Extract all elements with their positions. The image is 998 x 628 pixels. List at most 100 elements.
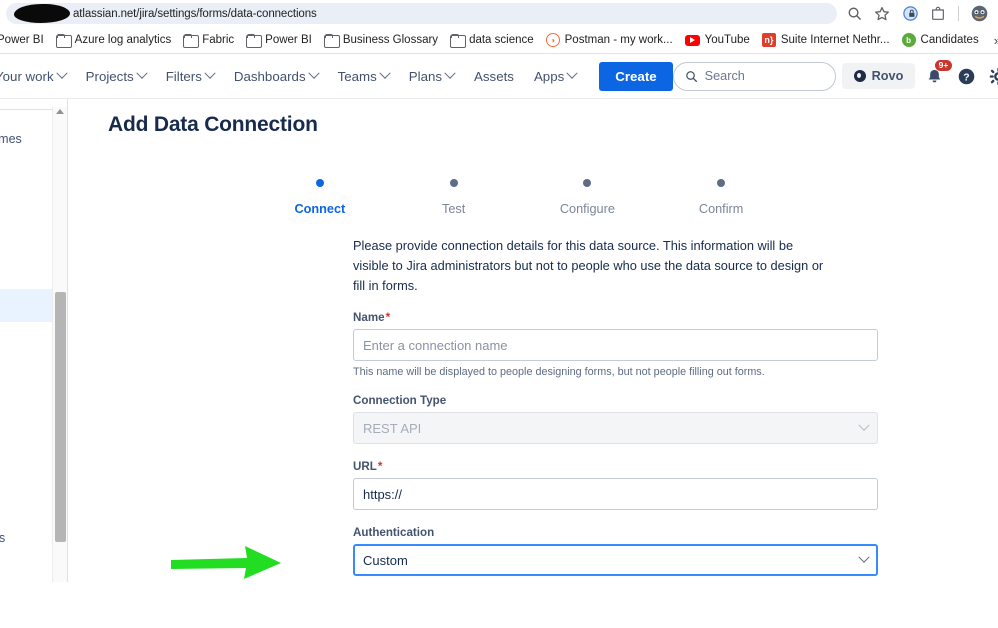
nav-item-assets[interactable]: Assets — [465, 63, 523, 90]
folder-icon — [246, 34, 263, 48]
required-marker: * — [385, 311, 391, 325]
chrome-divider — [958, 6, 959, 21]
bookmark-item[interactable]: Power BI — [241, 31, 319, 49]
field-label-connection-type: Connection Type — [353, 394, 447, 408]
postman-icon: ◑ — [545, 33, 560, 47]
bookmark-star-icon[interactable] — [869, 2, 895, 26]
nsuite-icon: n} — [761, 33, 776, 47]
rovo-label: Rovo — [871, 69, 904, 83]
address-bar-url: atlassian.net/jira/settings/forms/data-c… — [73, 7, 317, 20]
nav-item-plans[interactable]: Plans — [400, 63, 463, 90]
chevron-down-icon — [566, 67, 578, 79]
field-name: Name* Enter a connection name This name … — [353, 311, 878, 378]
main-content: Add Data Connection Connect Test Configu… — [68, 99, 998, 582]
jira-nav-right: Search Rovo 9+ ? — [672, 60, 998, 91]
settings-sidebar: chemes es — [0, 99, 67, 582]
rovo-button[interactable]: Rovo — [841, 63, 916, 89]
label-text: URL — [353, 460, 377, 474]
sidebar-item-es[interactable]: es — [0, 531, 5, 545]
step-confirm[interactable]: Confirm — [654, 179, 788, 216]
step-label: Configure — [559, 202, 615, 216]
bookmark-item[interactable]: Azure log analytics — [51, 31, 179, 49]
chevron-down-icon — [136, 67, 148, 79]
bookmark-item[interactable]: Power BI — [0, 31, 51, 49]
nav-item-filters[interactable]: Filters — [157, 63, 223, 90]
name-input-placeholder: Enter a connection name — [363, 337, 508, 353]
folder-icon — [323, 34, 340, 48]
step-connect[interactable]: Connect — [253, 179, 387, 216]
nav-item-dashboards[interactable]: Dashboards — [225, 63, 327, 90]
notifications-button[interactable]: 9+ — [921, 60, 953, 89]
nav-item-apps[interactable]: Apps — [525, 63, 585, 90]
chevron-down-icon — [307, 67, 320, 79]
zoom-icon[interactable] — [841, 2, 867, 26]
bookmark-item[interactable]: n} Suite Internet Nethr... — [757, 30, 897, 50]
bookmark-item[interactable]: YouTube — [680, 31, 757, 49]
bookmark-label: Suite Internet Nethr... — [780, 34, 890, 46]
nav-item-label: Projects — [85, 68, 134, 84]
label-text: Name — [353, 311, 385, 325]
search-icon — [685, 70, 697, 82]
bookmark-item[interactable]: ◑ Postman - my work... — [541, 30, 680, 50]
nav-item-label: Your work — [0, 68, 54, 84]
authentication-select[interactable]: Custom — [353, 544, 878, 577]
browser-chrome: atlassian.net/jira/settings/forms/data-c… — [0, 0, 998, 54]
bookmarks-overflow: » All Bookm — [986, 31, 998, 50]
chevron-down-icon — [858, 551, 870, 564]
url-input-value: https:// — [363, 486, 403, 502]
rovo-icon — [853, 70, 866, 82]
chevron-down-icon — [55, 67, 68, 79]
step-dot-icon — [583, 179, 592, 187]
profile-avatar-icon[interactable] — [966, 2, 992, 26]
sidebar-scrollbar[interactable] — [52, 107, 67, 582]
help-icon: ? — [958, 68, 975, 84]
nav-item-projects[interactable]: Projects — [77, 63, 155, 90]
bookmark-label: YouTube — [704, 34, 750, 46]
bookmarks-overflow-button[interactable]: » — [986, 31, 998, 50]
extensions-icon[interactable] — [925, 2, 951, 26]
bookmark-label: Power BI — [265, 34, 312, 46]
nav-item-label: Apps — [533, 68, 565, 84]
folder-icon — [450, 34, 467, 48]
bookmark-label: Business Glossary — [342, 34, 439, 46]
bookmark-label: Fabric — [202, 34, 235, 46]
notification-badge: 9+ — [934, 60, 953, 72]
search-input[interactable]: Search — [672, 61, 836, 91]
step-label: Test — [441, 202, 466, 216]
help-button[interactable]: ? — [953, 63, 979, 89]
nav-item-label: Filters — [165, 68, 202, 84]
step-dot-icon — [717, 179, 726, 187]
name-input[interactable]: Enter a connection name — [353, 329, 878, 362]
connection-type-select: REST API — [353, 412, 878, 445]
nav-item-label: Teams — [337, 68, 377, 84]
connection-type-value: REST API — [363, 420, 422, 436]
chevron-down-icon — [379, 67, 391, 79]
required-marker: * — [377, 460, 383, 474]
settings-button[interactable] — [985, 63, 998, 89]
field-url: URL* https:// — [353, 460, 878, 511]
nav-item-your-work[interactable]: Your work — [0, 63, 75, 90]
omnibar-actions — [837, 2, 992, 26]
form-intro-text: Please provide connection details for th… — [353, 238, 824, 293]
create-button[interactable]: Create — [599, 61, 673, 91]
privacy-shield-icon[interactable] — [897, 2, 923, 26]
gear-icon — [989, 67, 998, 85]
step-configure[interactable]: Configure — [521, 179, 655, 216]
sidebar-item-schemes[interactable]: chemes — [0, 132, 22, 146]
omnibar-row: atlassian.net/jira/settings/forms/data-c… — [0, 0, 998, 27]
step-test[interactable]: Test — [387, 179, 521, 216]
scroll-up-arrow-icon[interactable] — [56, 109, 64, 114]
nav-item-teams[interactable]: Teams — [329, 63, 398, 90]
step-label: Connect — [294, 202, 346, 216]
url-input[interactable]: https:// — [353, 478, 878, 511]
field-connection-type: Connection Type REST API — [353, 394, 878, 445]
bookmark-item[interactable]: Business Glossary — [319, 31, 445, 49]
bookmark-label: Postman - my work... — [564, 34, 673, 46]
address-bar[interactable]: atlassian.net/jira/settings/forms/data-c… — [6, 3, 837, 24]
bookmark-item[interactable]: b Candidates — [897, 30, 986, 50]
bookmark-item[interactable]: data science — [445, 31, 541, 49]
chevron-down-icon — [204, 67, 216, 79]
sidebar-scrollbar-thumb[interactable] — [55, 292, 66, 542]
bookmark-item[interactable]: Fabric — [178, 31, 241, 49]
step-dot-icon — [449, 179, 458, 187]
